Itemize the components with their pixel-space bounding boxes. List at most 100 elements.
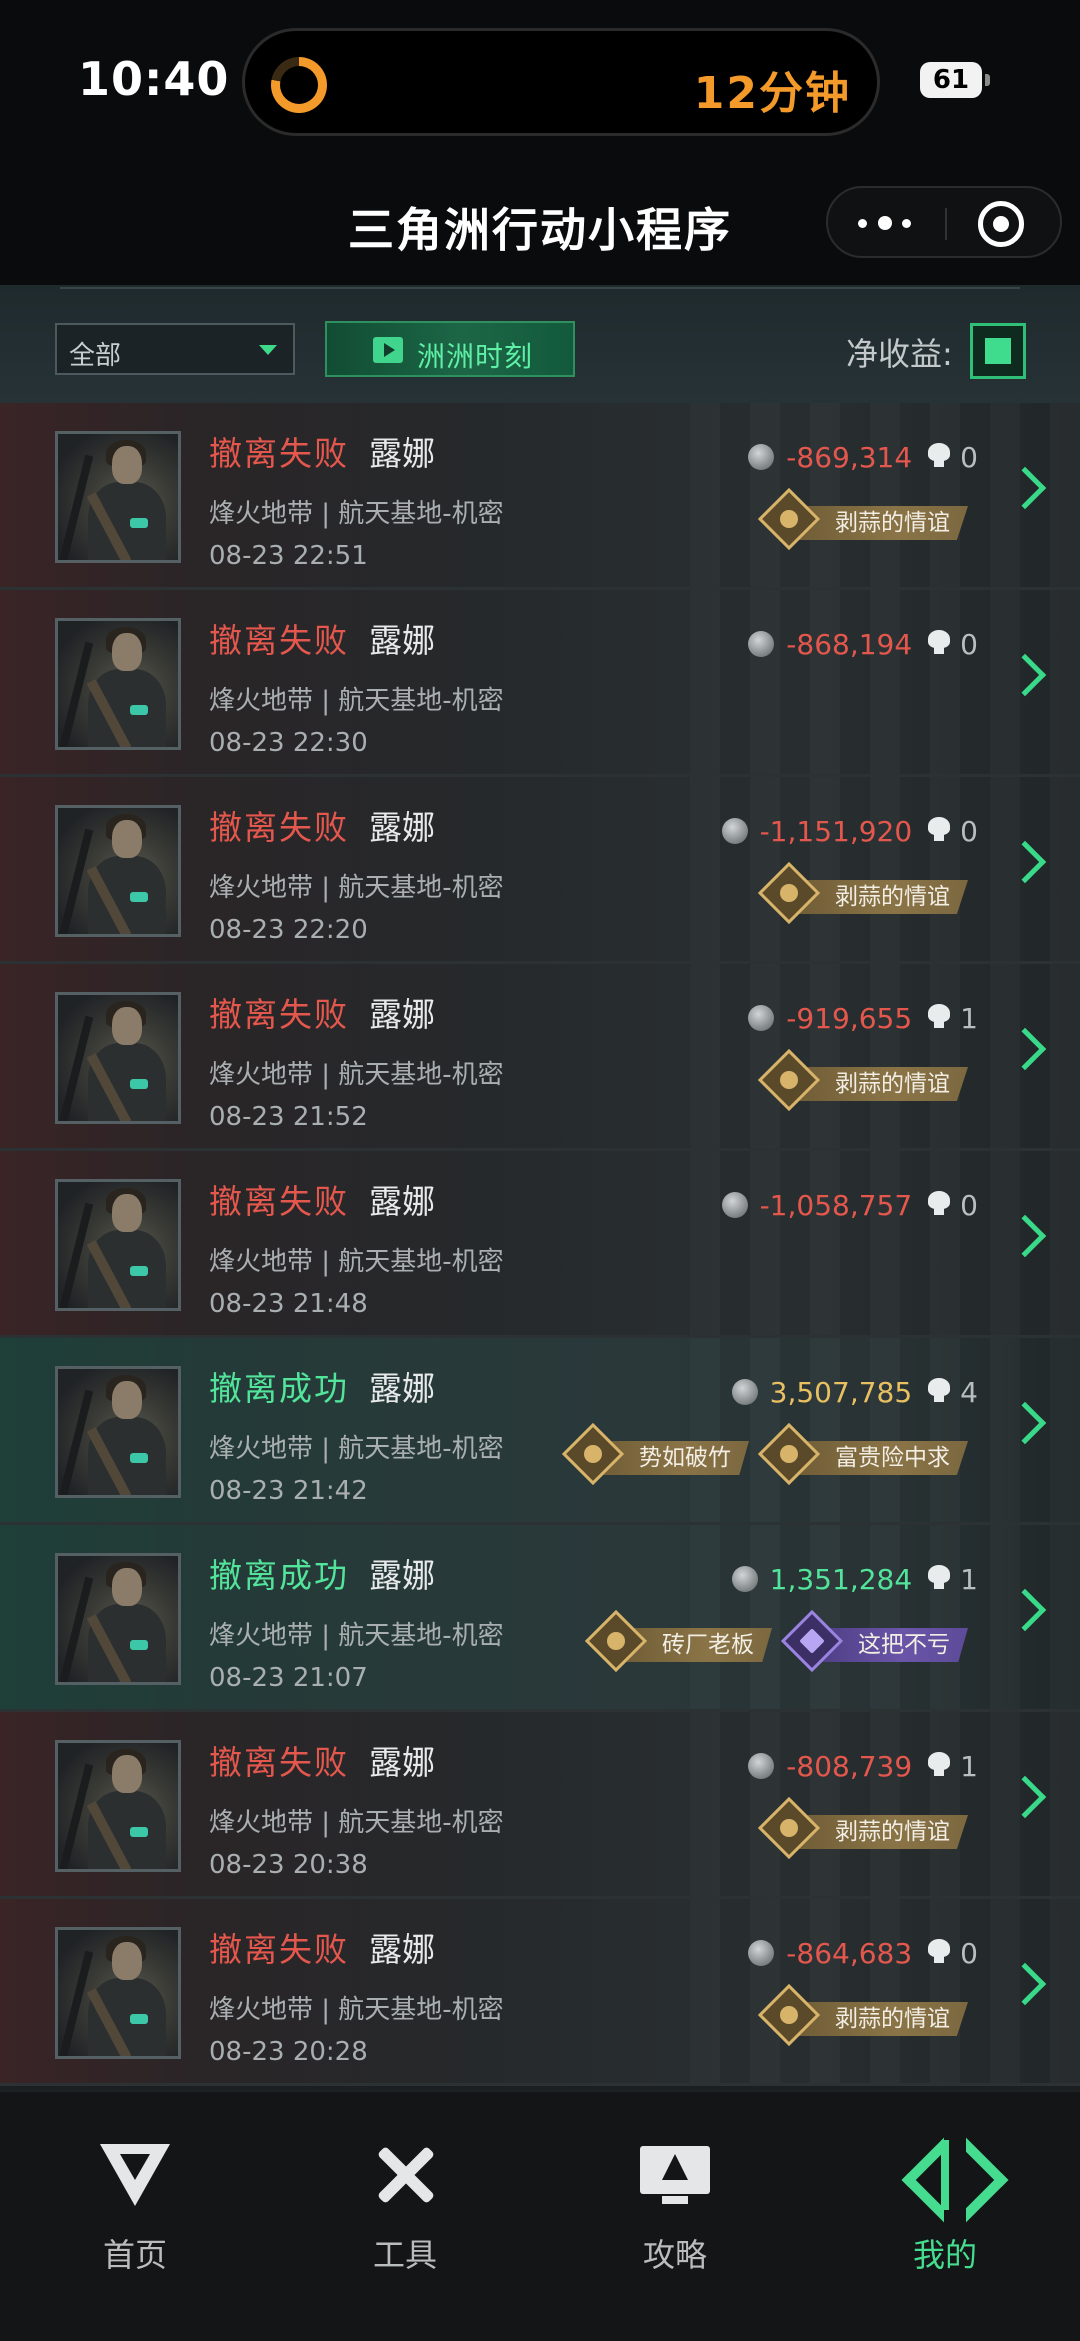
tab-home[interactable]: 首页 xyxy=(0,2092,270,2292)
extraction-result: 撤离失败 xyxy=(209,1182,349,1221)
badge-emblem-icon xyxy=(757,487,821,551)
net-income-checkbox[interactable] xyxy=(970,323,1026,379)
more-dots-icon[interactable] xyxy=(858,214,918,234)
extraction-result: 撤离失败 xyxy=(209,621,349,660)
operator-name: 露娜 xyxy=(369,1369,435,1408)
net-value: -1,151,920 xyxy=(759,815,913,848)
operator-avatar xyxy=(55,1740,181,1872)
title-bar: 三角洲行动小程序 xyxy=(0,160,1080,285)
kill-count: 0 xyxy=(960,815,978,848)
net-value: -864,683 xyxy=(786,1937,913,1970)
badge-emblem-icon xyxy=(757,1983,821,2047)
match-time: 08-23 21:52 xyxy=(209,1102,368,1132)
tab-mine[interactable]: 我的 xyxy=(810,2092,1080,2292)
tools-icon xyxy=(370,2140,440,2210)
match-row[interactable]: 撤离失败 露娜 烽火地带 | 航天基地-机密 08-23 21:48 -1,058,75… xyxy=(0,1151,1080,1338)
coin-icon xyxy=(748,1753,775,1779)
operator-avatar xyxy=(55,1553,181,1685)
chevron-right-icon[interactable] xyxy=(1003,1962,1047,2006)
chevron-right-icon[interactable] xyxy=(1003,1401,1047,1445)
net-income-label: 净收益: xyxy=(846,335,953,373)
match-stats: -808,739 1 xyxy=(748,1750,978,1784)
moment-button[interactable]: 洲洲时刻 xyxy=(325,321,575,377)
badge-group: 剥蒜的情谊 xyxy=(749,861,968,925)
chevron-right-icon[interactable] xyxy=(1003,840,1047,884)
map-name: 烽火地带 | 航天基地-机密 xyxy=(209,1995,504,2025)
match-row[interactable]: 撤离失败 露娜 烽火地带 | 航天基地-机密 08-23 22:30 -868,194 0 xyxy=(0,590,1080,777)
chevron-right-icon[interactable] xyxy=(1003,1775,1047,1819)
achievement-badge: 富贵险中求 xyxy=(757,1422,968,1486)
battery-icon: 61 xyxy=(920,62,990,98)
match-row[interactable]: 撤离成功 露娜 烽火地带 | 航天基地-机密 08-23 21:42 3,507,785… xyxy=(0,1338,1080,1525)
status-time: 10:40 xyxy=(78,52,230,106)
tab-bar: 首页 工具 攻略 我的 xyxy=(0,2090,1080,2341)
tab-tools[interactable]: 工具 xyxy=(270,2092,540,2292)
map-name: 烽火地带 | 航天基地-机密 xyxy=(209,873,504,903)
skull-icon xyxy=(928,443,951,469)
match-stats: -1,151,920 0 xyxy=(721,815,978,849)
guide-icon xyxy=(640,2140,710,2210)
tab-guide[interactable]: 攻略 xyxy=(540,2092,810,2292)
badge-emblem-icon xyxy=(757,1422,821,1486)
match-row[interactable]: 撤离失败 露娜 烽火地带 | 航天基地-机密 08-23 22:20 -1,151,92… xyxy=(0,777,1080,964)
achievement-badge: 剥蒜的情谊 xyxy=(757,487,968,551)
extraction-result: 撤离失败 xyxy=(209,1930,349,1969)
chevron-right-icon[interactable] xyxy=(1003,1588,1047,1632)
tab-tools-label: 工具 xyxy=(372,2236,437,2274)
moment-button-label: 洲洲时刻 xyxy=(417,340,534,373)
net-value: -869,314 xyxy=(786,441,913,474)
home-icon xyxy=(100,2140,170,2210)
coin-icon xyxy=(721,1192,748,1218)
badge-group: 砖厂老板 这把不亏 xyxy=(576,1609,968,1673)
match-row[interactable]: 撤离成功 露娜 烽火地带 | 航天基地-机密 08-23 21:07 1,351,284… xyxy=(0,1525,1080,1712)
map-name: 烽火地带 | 航天基地-机密 xyxy=(209,1060,504,1090)
dynamic-island[interactable]: 12分钟 xyxy=(242,28,880,136)
tab-mine-label: 我的 xyxy=(912,2236,977,2274)
kill-count: 0 xyxy=(960,628,978,661)
extraction-result: 撤离失败 xyxy=(209,1743,349,1782)
chevron-right-icon[interactable] xyxy=(1003,466,1047,510)
net-value: -868,194 xyxy=(786,628,913,661)
map-name: 烽火地带 | 航天基地-机密 xyxy=(209,1434,504,1464)
achievement-badge: 剥蒜的情谊 xyxy=(757,861,968,925)
extraction-result: 撤离失败 xyxy=(209,808,349,847)
coin-icon xyxy=(748,444,775,470)
chevron-right-icon[interactable] xyxy=(1003,653,1047,697)
kill-count: 1 xyxy=(960,1563,978,1596)
dropdown-value: 全部 xyxy=(69,341,122,371)
match-stats: -919,655 1 xyxy=(748,1002,978,1036)
operator-name: 露娜 xyxy=(369,434,435,473)
operator-avatar xyxy=(55,1179,181,1311)
match-stats: -1,058,757 0 xyxy=(721,1189,978,1223)
coin-icon xyxy=(748,1005,775,1031)
map-name: 烽火地带 | 航天基地-机密 xyxy=(209,1621,504,1651)
match-row[interactable]: 撤离失败 露娜 烽火地带 | 航天基地-机密 08-23 20:38 -808,739 1… xyxy=(0,1712,1080,1899)
kill-count: 0 xyxy=(960,1189,978,1222)
chevron-right-icon[interactable] xyxy=(1003,1027,1047,1071)
kill-count: 0 xyxy=(960,1937,978,1970)
mode-dropdown[interactable]: 全部 xyxy=(55,323,295,375)
match-stats: -868,194 0 xyxy=(748,628,978,662)
skull-icon xyxy=(928,817,951,843)
extraction-result: 撤离成功 xyxy=(209,1556,349,1595)
net-value: 3,507,785 xyxy=(769,1376,913,1409)
chevron-right-icon[interactable] xyxy=(1003,1214,1047,1258)
match-row[interactable]: 撤离失败 露娜 烽火地带 | 航天基地-机密 08-23 22:51 -869,314 0… xyxy=(0,403,1080,590)
coin-icon xyxy=(731,1566,758,1592)
match-time: 08-23 20:28 xyxy=(209,2037,368,2067)
skull-icon xyxy=(928,1378,951,1404)
achievement-badge: 砖厂老板 xyxy=(584,1609,772,1673)
kill-count: 0 xyxy=(960,441,978,474)
kill-count: 1 xyxy=(960,1002,978,1035)
status-bar: 10:40 12分钟 61 xyxy=(0,0,1080,160)
skull-icon xyxy=(928,1939,951,1965)
operator-avatar xyxy=(55,992,181,1124)
close-target-icon[interactable] xyxy=(978,201,1024,247)
match-row[interactable]: 撤离失败 露娜 烽火地带 | 航天基地-机密 08-23 20:28 -864,683 0… xyxy=(0,1899,1080,2086)
operator-avatar xyxy=(55,431,181,563)
match-row[interactable]: 撤离失败 露娜 烽火地带 | 航天基地-机密 08-23 21:52 -919,655 1… xyxy=(0,964,1080,1151)
net-value: -919,655 xyxy=(786,1002,913,1035)
match-list[interactable]: 撤离失败 露娜 烽火地带 | 航天基地-机密 08-23 22:51 -869,314 0… xyxy=(0,403,1080,2090)
extraction-result: 撤离成功 xyxy=(209,1369,349,1408)
match-time: 08-23 22:51 xyxy=(209,541,368,571)
